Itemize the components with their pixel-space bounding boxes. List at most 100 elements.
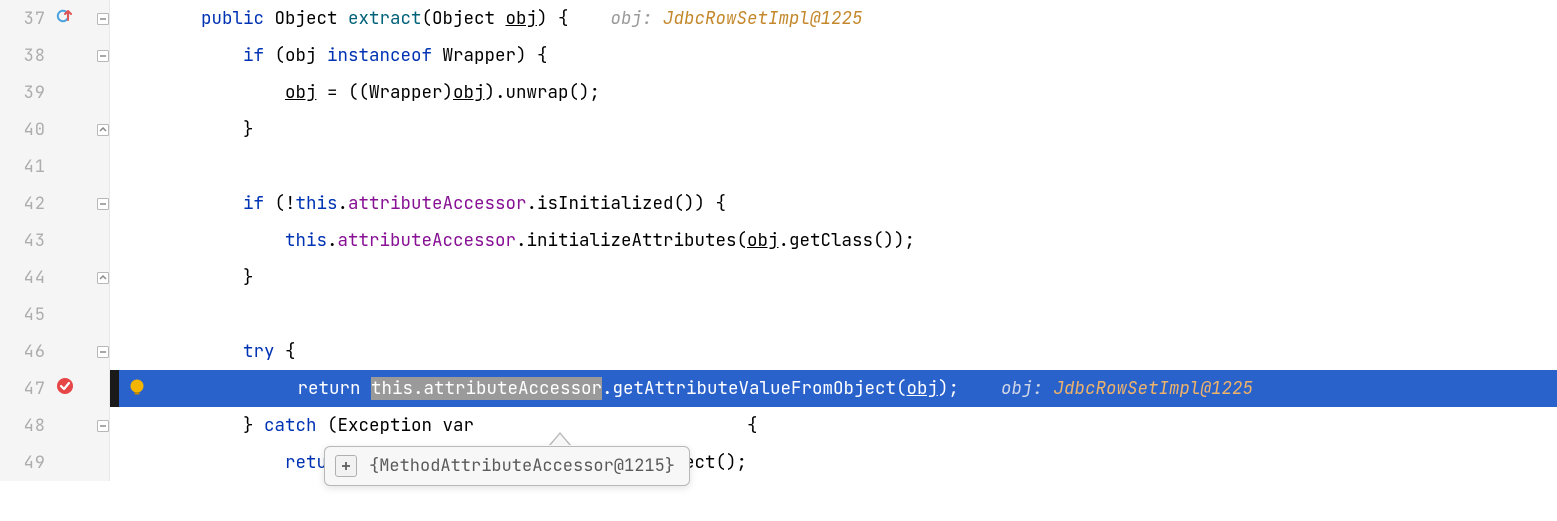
code-text[interactable]: return this.attributeAccessor . getAttri… bbox=[110, 370, 1557, 407]
inlay-hint-label: obj: bbox=[611, 7, 653, 30]
code-text[interactable] bbox=[110, 148, 1557, 185]
tooltip-text: {MethodAttributeAccessor@1215} bbox=[369, 455, 675, 477]
gutter[interactable]: 37 bbox=[0, 0, 110, 37]
fold-up-icon[interactable] bbox=[96, 259, 110, 296]
code-text[interactable]: } bbox=[110, 111, 1557, 148]
code-line[interactable]: 40 } bbox=[0, 111, 1557, 148]
brace: } bbox=[243, 266, 254, 289]
dot: . bbox=[527, 192, 538, 215]
code-line[interactable]: 46 try { bbox=[0, 333, 1557, 370]
code-line[interactable]: 48 } catch (Exception var XXXXXXXXXXXXXX… bbox=[0, 407, 1557, 444]
code-editor[interactable]: 37 public Object extract( Object obj ) {… bbox=[0, 0, 1557, 481]
keyword-this: this bbox=[296, 192, 338, 215]
gutter[interactable]: 48 bbox=[0, 407, 110, 444]
tooltip-pointer bbox=[550, 434, 570, 446]
gutter[interactable]: 43 bbox=[0, 222, 110, 259]
gutter[interactable]: 39 bbox=[0, 74, 110, 111]
brace: } bbox=[243, 414, 264, 437]
brace: { bbox=[716, 414, 758, 437]
gutter[interactable]: 45 bbox=[0, 296, 110, 333]
code-text[interactable] bbox=[110, 296, 1557, 333]
fold-minus-icon[interactable] bbox=[96, 333, 110, 370]
type: Object bbox=[275, 7, 338, 30]
code-text[interactable]: } bbox=[110, 259, 1557, 296]
override-icon[interactable] bbox=[56, 7, 72, 30]
code-line[interactable]: 45 bbox=[0, 296, 1557, 333]
text: ); bbox=[938, 377, 959, 400]
dot: . bbox=[602, 377, 613, 400]
fold-minus-icon[interactable] bbox=[96, 0, 110, 37]
dot: . bbox=[338, 192, 349, 215]
line-number: 45 bbox=[0, 304, 46, 326]
execution-line[interactable]: 47 return this.attributeAccessor . getAt… bbox=[0, 370, 1557, 407]
code-line[interactable]: 38 if ( obj instanceof Wrapper ) { bbox=[0, 37, 1557, 74]
code-text[interactable]: public Object extract( Object obj ) { ob… bbox=[110, 0, 1557, 37]
method-call: getAttributeValueFromObject bbox=[613, 377, 897, 400]
brace: ()) { bbox=[674, 192, 727, 215]
variable: obj bbox=[907, 377, 939, 400]
gutter[interactable]: 42 bbox=[0, 185, 110, 222]
method-call: initializeAttributes bbox=[527, 229, 737, 252]
variable: obj bbox=[747, 229, 779, 252]
line-number: 38 bbox=[0, 45, 46, 67]
gutter[interactable]: 44 bbox=[0, 259, 110, 296]
brace: { bbox=[275, 340, 296, 363]
line-number: 43 bbox=[0, 230, 46, 252]
inlay-hint-value: JdbcRowSetImpl@1225 bbox=[653, 7, 863, 30]
code-line[interactable]: 42 if (! this . attributeAccessor . isIn… bbox=[0, 185, 1557, 222]
text: ).unwrap(); bbox=[485, 81, 601, 104]
code-line[interactable]: 37 public Object extract( Object obj ) {… bbox=[0, 0, 1557, 37]
code-text[interactable]: try { bbox=[110, 333, 1557, 370]
code-text[interactable]: if (! this . attributeAccessor . isIniti… bbox=[110, 185, 1557, 222]
text: .getClass()); bbox=[779, 229, 916, 252]
fold-minus-icon[interactable] bbox=[96, 37, 110, 74]
space bbox=[361, 377, 372, 400]
line-number: 41 bbox=[0, 156, 46, 178]
dot: . bbox=[516, 229, 527, 252]
code-line[interactable]: 41 bbox=[0, 148, 1557, 185]
code-text[interactable]: this . attributeAccessor . initializeAtt… bbox=[110, 222, 1557, 259]
intention-bulb-icon[interactable] bbox=[128, 378, 146, 402]
line-number: 47 bbox=[0, 378, 46, 400]
field: attributeAccessor bbox=[348, 192, 527, 215]
code-line[interactable]: 43 this . attributeAccessor . initialize… bbox=[0, 222, 1557, 259]
fold-minus-icon[interactable] bbox=[96, 185, 110, 222]
method-name: extract bbox=[348, 7, 422, 30]
param-name: obj bbox=[506, 7, 538, 30]
line-number: 46 bbox=[0, 341, 46, 363]
keyword-if: if bbox=[243, 44, 264, 67]
gutter[interactable]: 38 bbox=[0, 37, 110, 74]
inlay-hint-value: JdbcRowSetImpl@1225 bbox=[1043, 377, 1253, 400]
gutter[interactable]: 46 bbox=[0, 333, 110, 370]
keyword-catch: catch bbox=[264, 414, 317, 437]
code-line[interactable]: 49 retu XXXXXXXXXXXXXXXXXXXXXXXXXXXXXXX … bbox=[0, 444, 1557, 481]
keyword-try: try bbox=[243, 340, 275, 363]
brace: ) { bbox=[516, 44, 548, 67]
line-number: 48 bbox=[0, 415, 46, 437]
keyword-if: if bbox=[243, 192, 264, 215]
dot: . bbox=[327, 229, 338, 252]
paren: ( bbox=[737, 229, 748, 252]
code-text[interactable]: } catch (Exception var XXXXXXXXXXXXXXXXX… bbox=[110, 407, 1557, 444]
keyword-return: return bbox=[298, 377, 361, 400]
code-text[interactable]: if ( obj instanceof Wrapper ) { bbox=[110, 37, 1557, 74]
fold-minus-icon[interactable] bbox=[96, 407, 110, 444]
code-line[interactable]: 44 } bbox=[0, 259, 1557, 296]
gutter[interactable]: 49 bbox=[0, 444, 110, 481]
brace: ) { bbox=[537, 7, 569, 30]
expand-plus-icon[interactable] bbox=[335, 455, 357, 477]
line-number: 44 bbox=[0, 267, 46, 289]
gutter[interactable]: 41 bbox=[0, 148, 110, 185]
line-number: 40 bbox=[0, 119, 46, 141]
method-call: isInitialized bbox=[537, 192, 674, 215]
field: attributeAccessor bbox=[338, 229, 517, 252]
gutter[interactable]: 40 bbox=[0, 111, 110, 148]
debug-value-tooltip[interactable]: {MethodAttributeAccessor@1215} bbox=[324, 446, 690, 486]
gutter[interactable]: 47 bbox=[0, 370, 110, 407]
fold-up-icon[interactable] bbox=[96, 111, 110, 148]
line-number: 39 bbox=[0, 82, 46, 104]
code-line[interactable]: 39 obj = ((Wrapper) obj ).unwrap(); bbox=[0, 74, 1557, 111]
breakpoint-icon[interactable] bbox=[56, 377, 74, 401]
text: (! bbox=[264, 192, 296, 215]
code-text[interactable]: obj = ((Wrapper) obj ).unwrap(); bbox=[110, 74, 1557, 111]
